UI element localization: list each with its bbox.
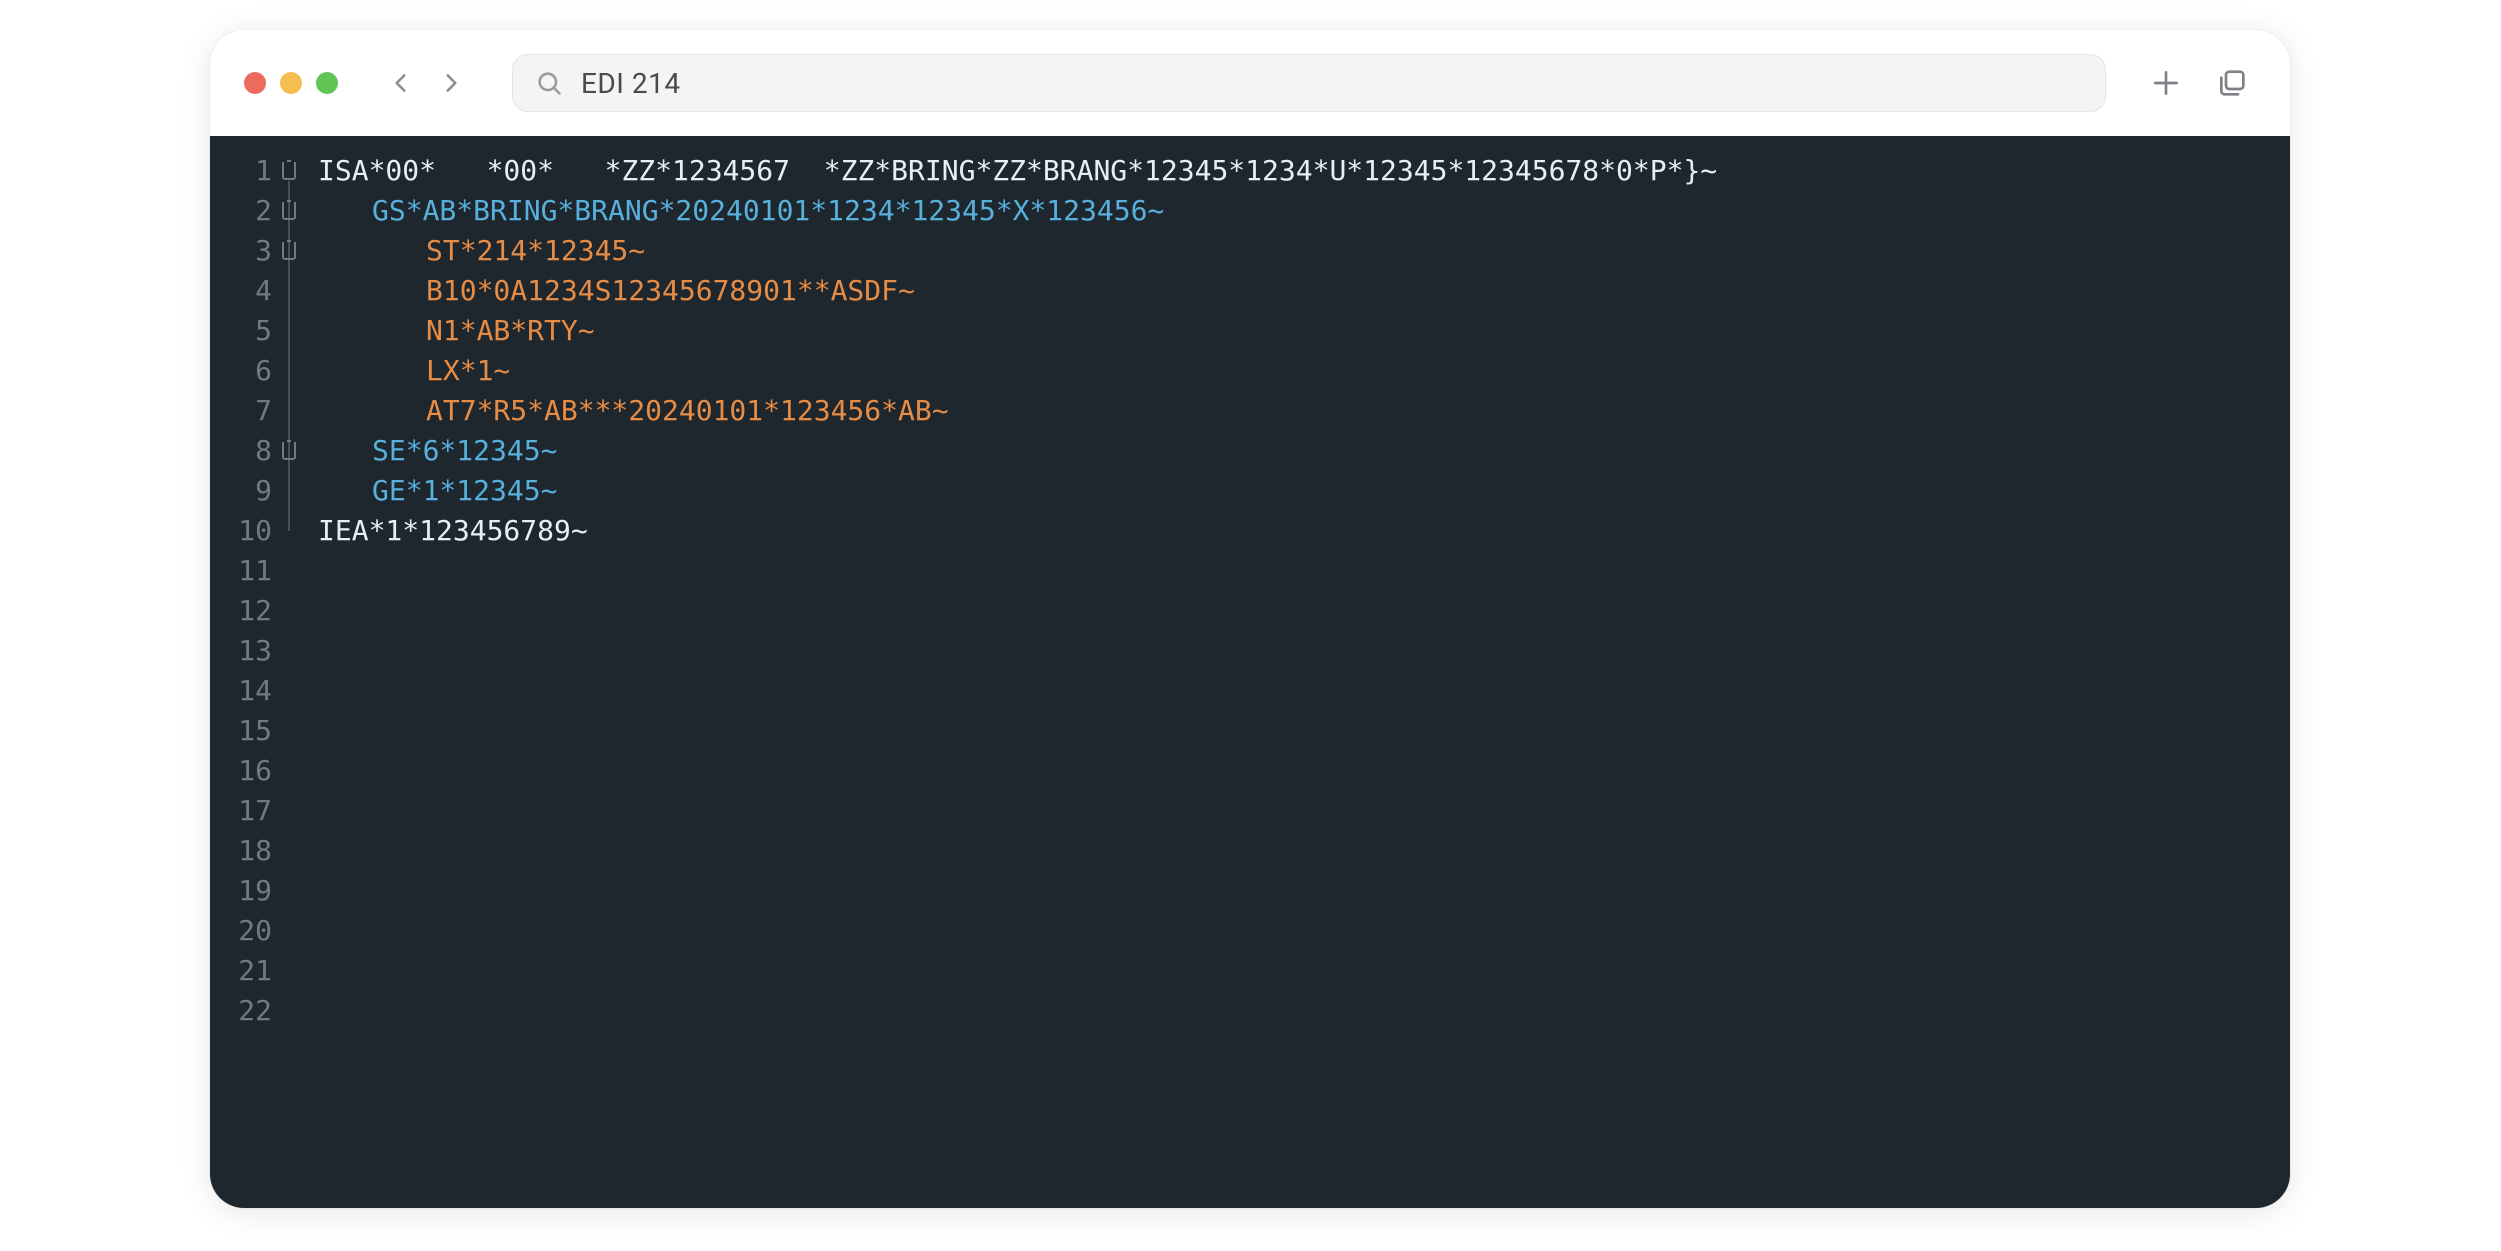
forward-button[interactable] — [438, 64, 464, 102]
code-line: ISA*00* *00* *ZZ*1234567 *ZZ*BRING*ZZ*BR… — [318, 151, 1717, 191]
line-number: 22 — [210, 991, 282, 1031]
search-icon — [535, 69, 563, 97]
code-line: SE*6*12345~ — [318, 431, 557, 471]
search-field[interactable]: EDI 214 — [512, 54, 2106, 112]
window-controls — [244, 72, 338, 94]
code-line: GS*AB*BRING*BRANG*20240101*1234*12345*X*… — [318, 191, 1164, 231]
zoom-window-button[interactable] — [316, 72, 338, 94]
line-number: 4 — [210, 271, 282, 311]
line-number: 9 — [210, 471, 282, 511]
line-number: 19 — [210, 871, 282, 911]
line-number-gutter: 12345678910111213141516171819202122 — [210, 136, 282, 1208]
chevron-left-icon — [388, 64, 414, 102]
code-editor[interactable]: 12345678910111213141516171819202122 ISA*… — [210, 136, 2290, 1208]
stacked-squares-icon — [2216, 67, 2248, 99]
line-number: 17 — [210, 791, 282, 831]
code-line: B10*0A1234S12345678901**ASDF~ — [318, 271, 915, 311]
app-window: EDI 214 12345678910111213141516171819202… — [210, 30, 2290, 1208]
search-value: EDI 214 — [581, 67, 681, 100]
fold-handle[interactable] — [282, 202, 296, 220]
line-number: 18 — [210, 831, 282, 871]
plus-icon — [2150, 67, 2182, 99]
line-number: 20 — [210, 911, 282, 951]
line-number: 8 — [210, 431, 282, 471]
line-number: 3 — [210, 231, 282, 271]
close-window-button[interactable] — [244, 72, 266, 94]
fold-handle[interactable] — [282, 442, 296, 460]
nav-arrows — [388, 64, 464, 102]
line-number: 1 — [210, 151, 282, 191]
fold-handle[interactable] — [282, 242, 296, 260]
code-line: N1*AB*RTY~ — [318, 311, 595, 351]
line-number: 6 — [210, 351, 282, 391]
line-number: 11 — [210, 551, 282, 591]
line-number: 2 — [210, 191, 282, 231]
code-line: IEA*1*123456789~ — [318, 511, 588, 551]
line-number: 21 — [210, 951, 282, 991]
code-content: ISA*00* *00* *ZZ*1234567 *ZZ*BRING*ZZ*BR… — [312, 136, 1717, 1208]
line-number: 14 — [210, 671, 282, 711]
code-line: ST*214*12345~ — [318, 231, 645, 271]
toolbar: EDI 214 — [210, 30, 2290, 136]
new-tab-button[interactable] — [2150, 67, 2182, 99]
line-number: 16 — [210, 751, 282, 791]
code-line: LX*1~ — [318, 351, 510, 391]
chevron-right-icon — [438, 64, 464, 102]
fold-gutter — [282, 136, 312, 1208]
line-number: 5 — [210, 311, 282, 351]
code-line: GE*1*12345~ — [318, 471, 557, 511]
code-line: AT7*R5*AB***20240101*123456*AB~ — [318, 391, 949, 431]
tabs-overview-button[interactable] — [2216, 67, 2248, 99]
line-number: 12 — [210, 591, 282, 631]
line-number: 7 — [210, 391, 282, 431]
line-number: 15 — [210, 711, 282, 751]
line-number: 10 — [210, 511, 282, 551]
back-button[interactable] — [388, 64, 414, 102]
fold-handle[interactable] — [282, 162, 296, 180]
minimize-window-button[interactable] — [280, 72, 302, 94]
line-number: 13 — [210, 631, 282, 671]
